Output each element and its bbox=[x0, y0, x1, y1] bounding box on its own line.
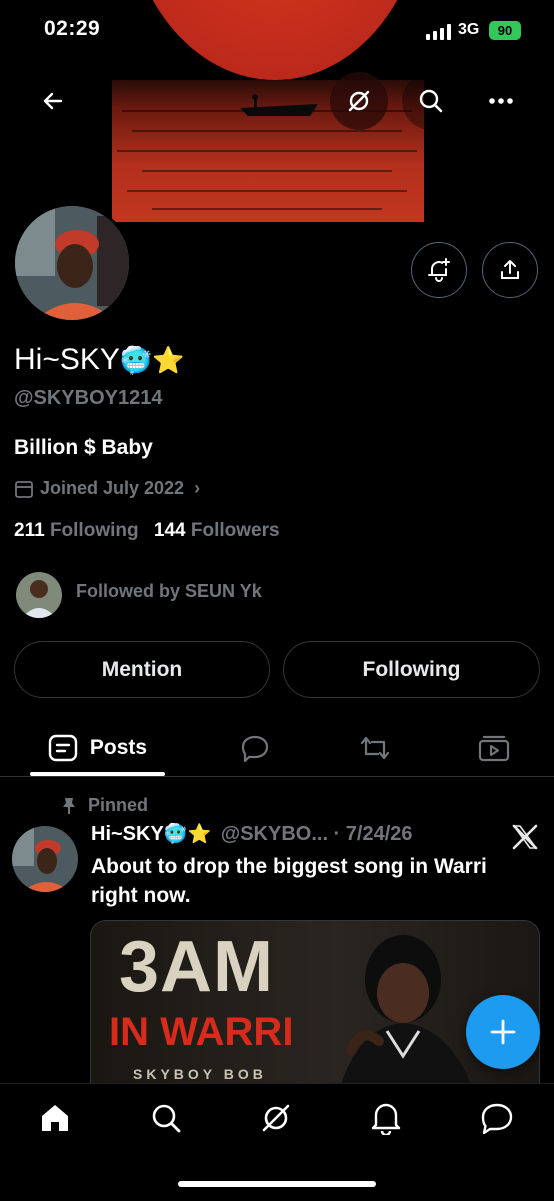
battery-icon: 90 bbox=[489, 21, 521, 40]
media-icon bbox=[478, 735, 510, 762]
nav-home[interactable] bbox=[35, 1098, 75, 1138]
home-icon bbox=[42, 1105, 68, 1131]
following-stat[interactable]: 211 Following bbox=[14, 520, 139, 541]
following-button[interactable]: Following bbox=[283, 641, 540, 698]
plus-icon bbox=[490, 1019, 516, 1045]
media-subtitle: IN WARRI bbox=[109, 1010, 294, 1054]
x-logo-icon[interactable] bbox=[511, 824, 539, 850]
tab-replies[interactable] bbox=[225, 720, 285, 776]
display-name: Hi~SKY🥶⭐ bbox=[14, 343, 185, 376]
joined-date[interactable]: Joined July 2022 › bbox=[14, 478, 200, 499]
grok-button[interactable] bbox=[330, 72, 388, 130]
replies-icon bbox=[241, 735, 269, 762]
follower-avatar[interactable] bbox=[16, 572, 62, 618]
chevron-right-icon: › bbox=[194, 478, 201, 498]
network-type: 3G bbox=[458, 21, 480, 38]
tab-reposts[interactable] bbox=[345, 720, 405, 776]
calendar-icon bbox=[15, 480, 33, 498]
bell-plus-icon bbox=[428, 258, 450, 282]
name-emojis: 🥶⭐ bbox=[119, 345, 185, 375]
home-indicator bbox=[178, 1181, 376, 1187]
profile-avatar[interactable] bbox=[12, 203, 132, 323]
mention-button[interactable]: Mention bbox=[14, 641, 270, 698]
post-text: About to drop the biggest song in Warri … bbox=[91, 855, 487, 907]
share-icon bbox=[501, 260, 519, 279]
post-media[interactable]: 3AM IN WARRI SKYBOY BOB bbox=[90, 920, 540, 1083]
repost-icon bbox=[360, 736, 390, 760]
search-button[interactable] bbox=[402, 72, 460, 130]
nav-search[interactable] bbox=[146, 1098, 186, 1138]
nav-notifications[interactable] bbox=[366, 1098, 406, 1138]
avatar-photo bbox=[15, 206, 129, 320]
banner-sun bbox=[125, 0, 425, 80]
pin-icon bbox=[63, 797, 75, 814]
boat-icon bbox=[240, 94, 318, 116]
search-icon bbox=[152, 1104, 181, 1133]
post-author-avatar[interactable] bbox=[12, 826, 78, 892]
status-time: 02:29 bbox=[44, 17, 101, 40]
media-artist: SKYBOY BOB bbox=[133, 1066, 267, 1082]
bio: Billion $ Baby bbox=[14, 436, 153, 459]
tabs-divider bbox=[0, 776, 554, 777]
tab-media[interactable] bbox=[464, 720, 524, 776]
grok-icon bbox=[348, 90, 370, 112]
user-handle: @SKYBOY1214 bbox=[14, 387, 163, 409]
post-author-name[interactable]: Hi~SKY bbox=[91, 823, 164, 845]
tab-posts[interactable]: Posts bbox=[30, 720, 165, 776]
messages-icon bbox=[481, 1103, 513, 1134]
follow-stats: 211 Following 144 Followers bbox=[14, 520, 280, 542]
media-title: 3AM bbox=[119, 927, 275, 1007]
bell-icon bbox=[371, 1103, 401, 1135]
grok-icon bbox=[262, 1104, 290, 1132]
notify-button[interactable] bbox=[411, 242, 467, 298]
post-header: Hi~SKY🥶⭐ @SKYBO... · 7/24/26 bbox=[91, 823, 413, 845]
more-horizontal-icon bbox=[489, 98, 513, 104]
followed-by[interactable]: Followed by SEUN Yk bbox=[76, 581, 262, 602]
posts-icon bbox=[48, 734, 78, 762]
back-button[interactable] bbox=[28, 76, 78, 126]
followers-stat[interactable]: 144 Followers bbox=[154, 520, 280, 541]
nav-grok[interactable] bbox=[256, 1098, 296, 1138]
post-handle-date: @SKYBO... · 7/24/26 bbox=[220, 823, 413, 845]
search-icon bbox=[419, 89, 443, 113]
signal-icon bbox=[426, 24, 451, 40]
arrow-left-icon bbox=[43, 92, 63, 110]
compose-button[interactable] bbox=[466, 995, 540, 1069]
more-button[interactable] bbox=[472, 72, 530, 130]
share-button[interactable] bbox=[482, 242, 538, 298]
pinned-label: Pinned bbox=[60, 795, 148, 816]
nav-messages[interactable] bbox=[477, 1098, 517, 1138]
